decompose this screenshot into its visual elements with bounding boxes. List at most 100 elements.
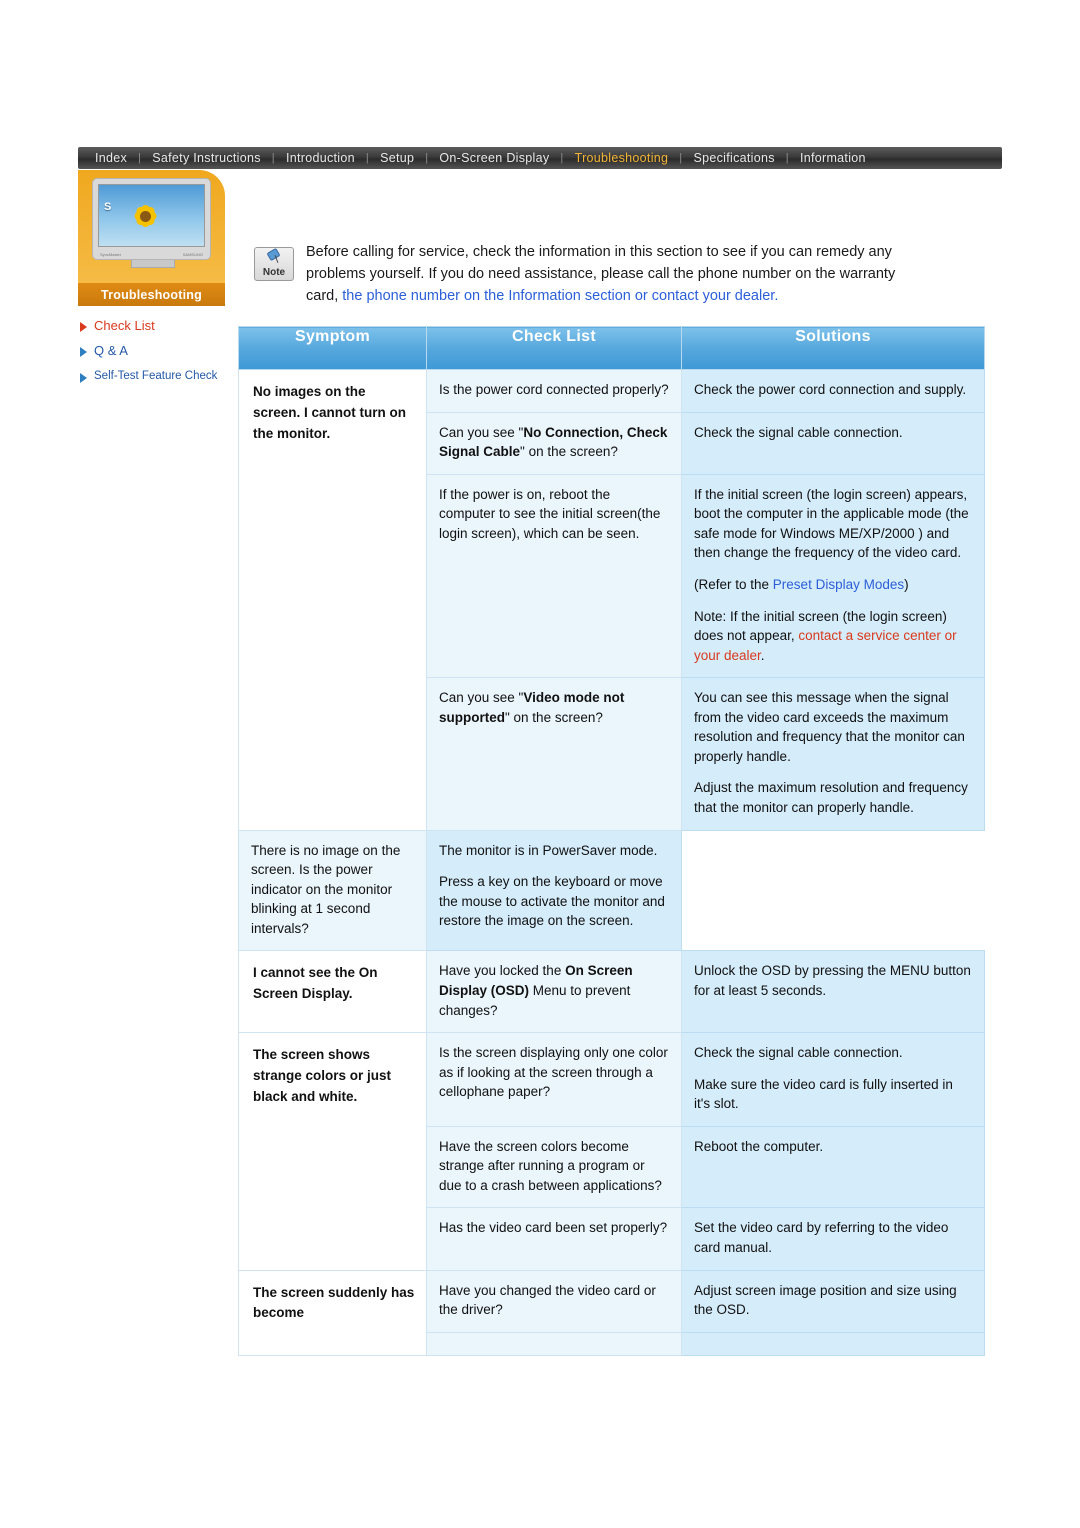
solution-cell: If the initial screen (the login screen)… bbox=[681, 473, 985, 679]
check-list-cell: Have the screen colors become strange af… bbox=[426, 1125, 682, 1209]
monitor-brand-right: SAMSUNG bbox=[182, 252, 203, 257]
nav-item-setup[interactable]: Setup bbox=[369, 147, 425, 169]
solution-cell: Reboot the computer. bbox=[681, 1125, 985, 1209]
monitor-screen: S bbox=[98, 184, 205, 247]
check-list-cell: If the power is on, reboot the computer … bbox=[426, 473, 682, 679]
table-row: The screen shows strange colors or just … bbox=[238, 1032, 985, 1271]
check-list-cell: Have you changed the video card or the d… bbox=[426, 1269, 682, 1333]
cell-text: Can you see " bbox=[439, 424, 524, 440]
arrow-bullet-icon bbox=[80, 372, 87, 383]
check-list-cell: Is the power cord connected properly? bbox=[426, 369, 682, 413]
check-list-cell bbox=[426, 1331, 682, 1356]
cell-text: Is the screen displaying only one color … bbox=[439, 1045, 668, 1100]
troubleshooting-table: Symptom Check List Solutions No images o… bbox=[238, 326, 985, 1356]
table-body: No images on the screen. I cannot turn o… bbox=[238, 369, 985, 1356]
monitor-brand-left: SyncMaster bbox=[100, 252, 122, 257]
cell-text: ) bbox=[904, 576, 909, 592]
cell-text: If the initial screen (the login screen)… bbox=[694, 486, 969, 561]
solution-cell: Check the power cord connection and supp… bbox=[681, 369, 985, 413]
cell-text: Have you locked the bbox=[439, 963, 566, 979]
cell-text: Check the signal cable connection. bbox=[694, 1045, 903, 1061]
symptom-cell: No images on the screen. I cannot turn o… bbox=[238, 369, 427, 831]
cell-text: " on the screen? bbox=[520, 444, 618, 460]
table-header-row: Symptom Check List Solutions bbox=[238, 326, 985, 370]
check-list-cell: Is the screen displaying only one color … bbox=[426, 1032, 682, 1127]
product-illustration: S SyncMaster SAMSUNG bbox=[78, 170, 225, 283]
solution-cell: Unlock the OSD by pressing the MENU butt… bbox=[681, 950, 985, 1034]
cell-text: You can see this message when the signal… bbox=[694, 690, 965, 764]
solution-cell: The monitor is in PowerSaver mode. Press … bbox=[426, 829, 682, 952]
solution-cell bbox=[681, 1331, 985, 1356]
sidebar-section-title: Troubleshooting bbox=[78, 283, 225, 306]
cell-text: Make sure the video card is fully insert… bbox=[694, 1076, 953, 1112]
sidebar-item-check-list[interactable]: Check List bbox=[80, 318, 233, 334]
note-line-2: problems yourself. If you do need assist… bbox=[306, 266, 896, 283]
cell-text: Adjust screen image position and size us… bbox=[694, 1282, 957, 1318]
solution-cell: Check the signal cable connection. Make s… bbox=[681, 1032, 985, 1127]
sidebar-item-label: Q & A bbox=[94, 343, 128, 359]
sidebar-item-label: Check List bbox=[94, 318, 155, 333]
table-row: I cannot see the On Screen Display. Have … bbox=[238, 950, 985, 1034]
cell-text: Unlock the OSD by pressing the MENU butt… bbox=[694, 963, 971, 998]
arrow-bullet-icon bbox=[80, 322, 87, 332]
note-line-3-plain: card, bbox=[306, 288, 343, 305]
note-text: Before calling for service, check the in… bbox=[306, 241, 895, 308]
header-solutions: Solutions bbox=[681, 326, 985, 370]
cell-text: Set the video card by referring to the v… bbox=[694, 1220, 949, 1255]
table-row: The screen suddenly has become Have you c… bbox=[238, 1269, 985, 1356]
check-list-cell: Have you locked the On Screen Display (O… bbox=[426, 950, 682, 1034]
cell-text: Check the power cord connection and supp… bbox=[694, 382, 967, 397]
note-line-1: Before calling for service, check the in… bbox=[306, 244, 892, 260]
symptom-cell: I cannot see the On Screen Display. bbox=[238, 950, 427, 1034]
cell-text: Reboot the computer. bbox=[694, 1138, 824, 1154]
cell-text: (Refer to the bbox=[694, 576, 773, 592]
monitor-letter: S bbox=[104, 201, 112, 213]
pushpin-icon bbox=[268, 250, 280, 262]
check-list-cell: There is no image on the screen. Is the … bbox=[238, 829, 427, 952]
flower-icon bbox=[127, 197, 165, 235]
cell-text: Adjust the maximum resolution and freque… bbox=[694, 780, 968, 815]
sidebar-item-self-test-feature-check[interactable]: Self-Test Feature Check bbox=[80, 369, 233, 383]
table-row: There is no image on the screen. Is the … bbox=[238, 829, 985, 952]
cell-text: . bbox=[760, 647, 765, 663]
nav-item-safety-instructions[interactable]: Safety Instructions bbox=[141, 147, 272, 169]
inline-link[interactable]: Preset Display Modes bbox=[773, 577, 904, 592]
note-icon: Note bbox=[254, 247, 294, 281]
cell-text: The monitor is in PowerSaver mode. bbox=[439, 842, 658, 858]
check-list-cell: Can you see "Video mode not supported" o… bbox=[426, 677, 682, 831]
cell-text: Have you changed the video card or the d… bbox=[439, 1282, 656, 1318]
sidebar-item-q-a[interactable]: Q & A bbox=[80, 343, 233, 359]
header-symptom: Symptom bbox=[238, 326, 427, 370]
left-sidebar: S SyncMaster SAMSUNG Troubleshooting Che… bbox=[78, 170, 233, 392]
header-check-list: Check List bbox=[426, 326, 682, 370]
nav-item-information[interactable]: Information bbox=[789, 147, 877, 169]
solution-cell: Check the signal cable connection. bbox=[681, 411, 985, 475]
cell-text: Has the video card been set properly? bbox=[439, 1220, 668, 1236]
solution-cell: Adjust screen image position and size us… bbox=[681, 1269, 985, 1333]
note-dealer-link[interactable]: the phone number on the Information sect… bbox=[342, 288, 778, 304]
check-list-cell: Can you see "No Connection, Check Signal… bbox=[426, 411, 682, 475]
arrow-bullet-icon bbox=[80, 347, 87, 358]
note-icon-label: Note bbox=[262, 267, 286, 278]
nav-item-index[interactable]: Index bbox=[84, 147, 138, 169]
nav-item-on-screen-display[interactable]: On-Screen Display bbox=[428, 147, 560, 169]
sidebar-item-label: Self-Test Feature Check bbox=[94, 369, 218, 382]
cell-text: If the power is on, reboot the computer … bbox=[439, 486, 661, 541]
nav-item-introduction[interactable]: Introduction bbox=[275, 147, 366, 169]
sidebar-menu[interactable]: Check List Q & A Self-Test Feature Check bbox=[78, 318, 233, 383]
nav-item-troubleshooting[interactable]: Troubleshooting bbox=[564, 147, 680, 169]
cell-text: Check the signal cable connection. bbox=[694, 424, 903, 440]
nav-item-specifications[interactable]: Specifications bbox=[682, 147, 785, 169]
symptom-cell: The screen shows strange colors or just … bbox=[238, 1032, 427, 1271]
monitor-stand bbox=[131, 260, 175, 268]
check-list-cell: Has the video card been set properly? bbox=[426, 1207, 682, 1271]
top-navigation-bar[interactable]: Index | Safety Instructions | Introduction | S… bbox=[78, 147, 1002, 169]
cell-text: " on the screen? bbox=[505, 709, 603, 725]
cell-text: Have the screen colors become strange af… bbox=[439, 1138, 662, 1193]
table-row: No images on the screen. I cannot turn o… bbox=[238, 369, 985, 831]
